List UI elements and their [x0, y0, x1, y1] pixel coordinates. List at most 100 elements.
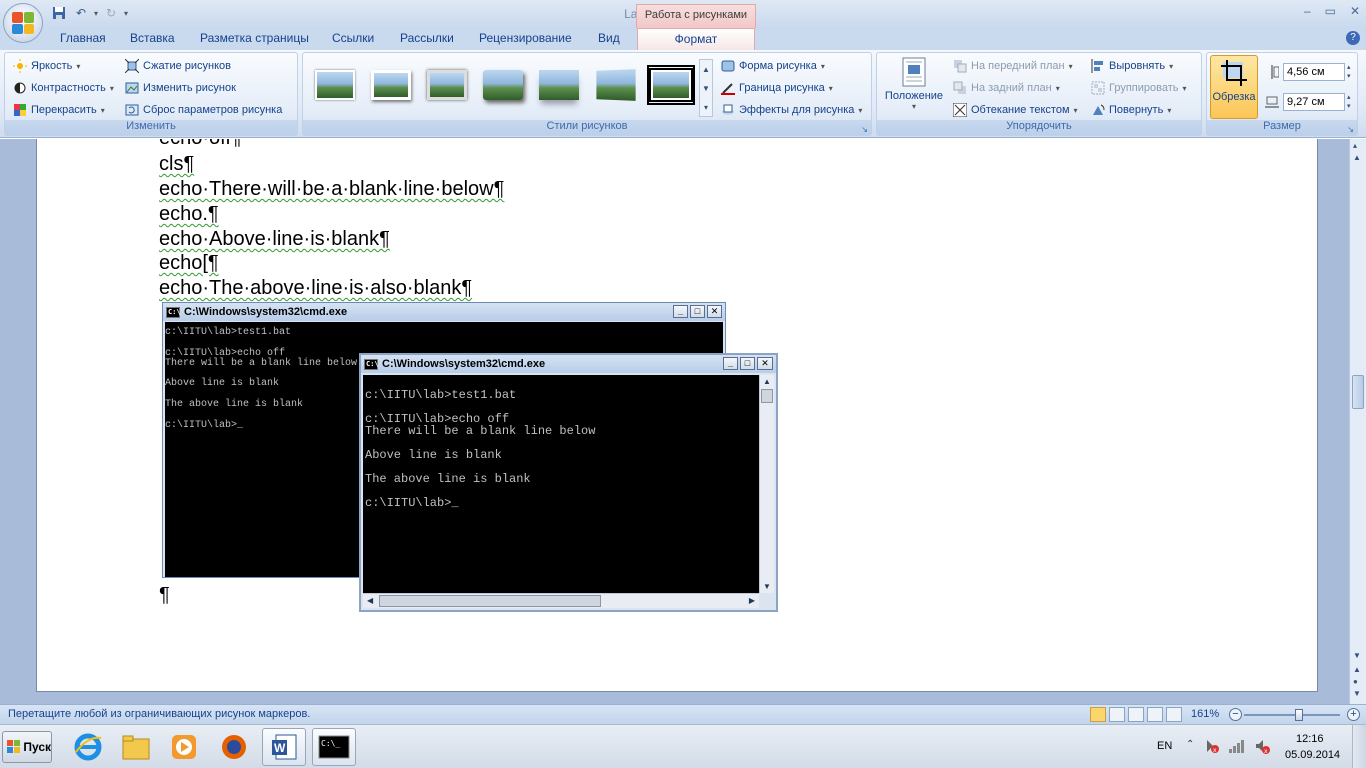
- tab-home[interactable]: Главная: [60, 31, 106, 45]
- help-icon[interactable]: ?: [1346, 31, 1360, 45]
- picture-style-6[interactable]: [591, 65, 639, 105]
- reset-picture-button[interactable]: Сброс параметров рисунка: [125, 103, 282, 117]
- picture-effects-button[interactable]: Эффекты для рисунка ▾: [721, 103, 862, 117]
- width-field[interactable]: 9,27 см: [1283, 93, 1345, 111]
- taskbar-firefox[interactable]: [212, 728, 256, 766]
- reset-picture-icon: [125, 103, 139, 117]
- scroll-down-icon[interactable]: ▼: [1353, 651, 1361, 660]
- tab-insert[interactable]: Вставка: [130, 31, 175, 45]
- close-icon: ✕: [757, 357, 773, 370]
- volume-icon[interactable]: x: [1254, 738, 1270, 757]
- draft-view-icon[interactable]: [1166, 707, 1182, 722]
- zoom-out-icon[interactable]: −: [1229, 708, 1242, 721]
- picture-style-2[interactable]: [367, 65, 415, 105]
- office-button[interactable]: [3, 3, 43, 43]
- cmd-vscrollbar[interactable]: ▲ ▼: [759, 375, 774, 593]
- align-button[interactable]: Выровнять ▾: [1091, 59, 1173, 73]
- tab-mailings[interactable]: Рассылки: [400, 31, 454, 45]
- group-objects-button[interactable]: Группировать ▾: [1091, 81, 1187, 95]
- zoom-in-icon[interactable]: +: [1347, 708, 1360, 721]
- picture-shape-button[interactable]: Форма рисунка ▾: [721, 59, 825, 73]
- doc-line-text: echo[¶: [159, 252, 219, 274]
- full-screen-reading-view-icon[interactable]: [1109, 707, 1125, 722]
- picture-style-1[interactable]: [311, 65, 359, 105]
- zoom-level[interactable]: 161%: [1191, 708, 1219, 720]
- width-spinner[interactable]: ▴ ▾: [1347, 93, 1351, 111]
- clock-date[interactable]: 05.09.2014: [1285, 749, 1340, 761]
- picture-style-3[interactable]: [423, 65, 471, 105]
- taskbar-media-player[interactable]: [162, 728, 206, 766]
- language-indicator[interactable]: EN: [1157, 740, 1172, 752]
- change-picture-button[interactable]: Изменить рисунок: [125, 81, 236, 95]
- send-to-back-button[interactable]: На задний план ▾: [953, 81, 1060, 95]
- scroll-left-icon[interactable]: ◀: [367, 596, 373, 605]
- minimize-icon[interactable]: –: [1304, 4, 1311, 18]
- tab-references[interactable]: Ссылки: [332, 31, 374, 45]
- document-vscrollbar[interactable]: ▴ ▲ ▼ ▲ ● ▼: [1349, 139, 1366, 704]
- recolor-button[interactable]: Перекрасить ▾: [13, 103, 105, 117]
- close-icon[interactable]: ✕: [1350, 4, 1360, 18]
- scroll-right-icon[interactable]: ▶: [749, 596, 755, 605]
- bring-to-front-button[interactable]: На передний план ▾: [953, 59, 1073, 73]
- scroll-thumb[interactable]: [1352, 375, 1364, 409]
- brightness-button[interactable]: Яркость ▾: [13, 59, 80, 73]
- maximize-icon[interactable]: ▭: [1325, 4, 1336, 18]
- clock-time[interactable]: 12:16: [1296, 733, 1324, 745]
- browse-object-icon[interactable]: ●: [1353, 677, 1358, 686]
- status-message: Перетащите любой из ограничивающих рисун…: [8, 708, 311, 720]
- doc-line-text: echo.¶: [159, 203, 219, 225]
- tab-review[interactable]: Рецензирование: [479, 31, 572, 45]
- compress-pictures-button[interactable]: Сжатие рисунков: [124, 58, 231, 74]
- network-icon[interactable]: [1228, 738, 1246, 757]
- height-icon: [1265, 65, 1280, 79]
- crop-button[interactable]: Обрезка: [1210, 55, 1258, 119]
- paragraph-mark: ¶: [159, 584, 170, 606]
- show-desktop-button[interactable]: [1352, 725, 1366, 768]
- scroll-up-icon[interactable]: ▲: [1353, 153, 1361, 162]
- print-layout-view-icon[interactable]: [1090, 707, 1106, 722]
- doc-line-text: echo·Above·line·is·blank¶: [159, 228, 390, 250]
- picture-style-7[interactable]: [647, 65, 695, 105]
- picture-style-5[interactable]: [535, 65, 583, 105]
- group-label-arrange: Упорядочить: [877, 120, 1201, 135]
- taskbar-ie[interactable]: [66, 728, 110, 766]
- styles-dialog-launcher-icon[interactable]: ↘: [861, 125, 868, 134]
- cmd-scroll-thumb[interactable]: [761, 389, 773, 403]
- show-hidden-icons-icon[interactable]: ⌃: [1186, 739, 1194, 750]
- styles-gallery-scroll[interactable]: ▲ ▼ ▾: [699, 59, 713, 117]
- contrast-icon: [13, 81, 27, 95]
- scroll-down-icon[interactable]: ▼: [763, 582, 771, 591]
- outline-view-icon[interactable]: [1147, 707, 1163, 722]
- cmd-console-output: c:\IITU\lab>test1.bat c:\IITU\lab>echo o…: [363, 375, 759, 593]
- scroll-up-icon[interactable]: ▲: [763, 377, 771, 386]
- ruler-toggle-icon[interactable]: ▴: [1353, 141, 1357, 150]
- taskbar-word[interactable]: W: [262, 728, 306, 766]
- wrap-text-button[interactable]: Обтекание текстом ▾: [952, 102, 1078, 118]
- taskbar-cmd[interactable]: C:\_: [312, 728, 356, 766]
- cmd-hscrollbar[interactable]: ◀ ▶: [363, 593, 759, 608]
- web-layout-view-icon[interactable]: [1128, 707, 1144, 722]
- height-field[interactable]: 4,56 см: [1283, 63, 1345, 81]
- start-button[interactable]: Пуск: [2, 731, 52, 763]
- ie-icon: [74, 733, 102, 761]
- cmd-hscroll-thumb[interactable]: [379, 595, 601, 607]
- action-center-icon[interactable]: x: [1204, 738, 1220, 757]
- tab-format[interactable]: Формат: [637, 28, 755, 50]
- picture-border-button[interactable]: Граница рисунка ▾: [721, 81, 833, 95]
- tab-page-layout[interactable]: Разметка страницы: [200, 31, 309, 45]
- taskbar-explorer[interactable]: [114, 728, 158, 766]
- minimize-icon: _: [723, 357, 738, 370]
- tab-view[interactable]: Вид: [598, 31, 620, 45]
- rotate-button[interactable]: Повернуть ▾: [1091, 103, 1171, 117]
- cmd-screenshot-front[interactable]: C:\ C:\Windows\system32\cmd.exe _ □ ✕ c:…: [359, 353, 778, 612]
- ribbon: Яркость ▾ Контрастность ▾ Перекрасить ▾ Сжа…: [0, 50, 1366, 138]
- height-spinner[interactable]: ▴ ▾: [1347, 63, 1351, 81]
- picture-style-4[interactable]: [479, 65, 527, 105]
- position-button[interactable]: Положение ▾: [881, 57, 947, 117]
- next-page-icon[interactable]: ▼: [1353, 689, 1361, 698]
- size-dialog-launcher-icon[interactable]: ↘: [1347, 125, 1354, 134]
- previous-page-icon[interactable]: ▲: [1353, 665, 1361, 674]
- zoom-slider-handle[interactable]: [1295, 709, 1303, 721]
- contrast-button[interactable]: Контрастность ▾: [13, 81, 114, 95]
- zoom-slider[interactable]: [1244, 714, 1340, 716]
